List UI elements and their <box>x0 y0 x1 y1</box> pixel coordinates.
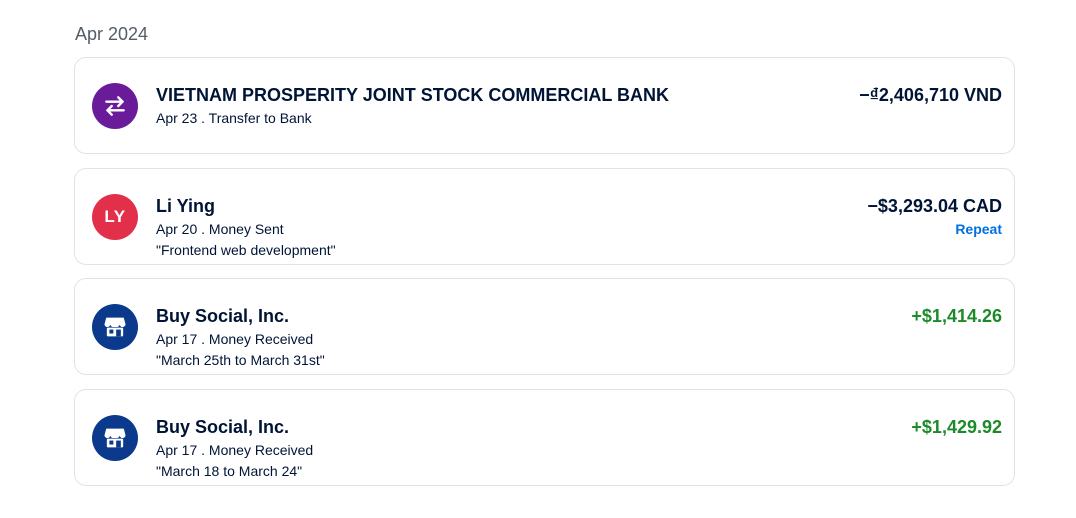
transaction-note: "March 25th to March 31st" <box>156 352 325 368</box>
transaction-subtitle: Apr 17 . Money Received <box>156 442 314 458</box>
activity-page: Apr 2024 VIETNAM PROSPERITY JOINT STOCK … <box>0 0 1076 518</box>
transaction-amount: −₫2,406,710 VND <box>859 85 1002 105</box>
repeat-button[interactable]: Repeat <box>955 220 1002 238</box>
transfer-avatar <box>92 83 138 129</box>
transaction-subtitle: Apr 20 . Money Sent <box>156 221 284 237</box>
transaction-note: "Frontend web development" <box>156 242 336 258</box>
transaction-note: "March 18 to March 24" <box>156 463 303 479</box>
storefront-icon <box>104 317 126 337</box>
transaction-row[interactable]: LY Li Ying Apr 20 . Money Sent "Frontend… <box>74 168 1015 265</box>
transaction-name: Buy Social, Inc. <box>156 306 290 326</box>
transaction-amount: +$1,429.92 <box>911 417 1002 437</box>
transaction-name: Buy Social, Inc. <box>156 417 290 437</box>
transaction-amount: −$3,293.04 CAD <box>867 196 1002 216</box>
transaction-row[interactable]: Buy Social, Inc. Apr 17 . Money Received… <box>74 389 1015 486</box>
transaction-amount: +$1,414.26 <box>911 306 1002 326</box>
transaction-subtitle: Apr 23 . Transfer to Bank <box>156 110 312 126</box>
transaction-subtitle: Apr 17 . Money Received <box>156 331 314 347</box>
transaction-row[interactable]: VIETNAM PROSPERITY JOINT STOCK COMMERCIA… <box>74 57 1015 154</box>
transaction-row[interactable]: Buy Social, Inc. Apr 17 . Money Received… <box>74 278 1015 375</box>
avatar: LY <box>92 194 138 240</box>
merchant-avatar <box>92 304 138 350</box>
avatar-initials: LY <box>104 207 126 226</box>
transfer-arrows-icon <box>105 96 125 116</box>
storefront-icon <box>104 428 126 448</box>
merchant-avatar <box>92 415 138 461</box>
transaction-name: Li Ying <box>156 196 216 216</box>
transaction-name: VIETNAM PROSPERITY JOINT STOCK COMMERCIA… <box>156 85 670 105</box>
month-heading: Apr 2024 <box>75 24 149 44</box>
